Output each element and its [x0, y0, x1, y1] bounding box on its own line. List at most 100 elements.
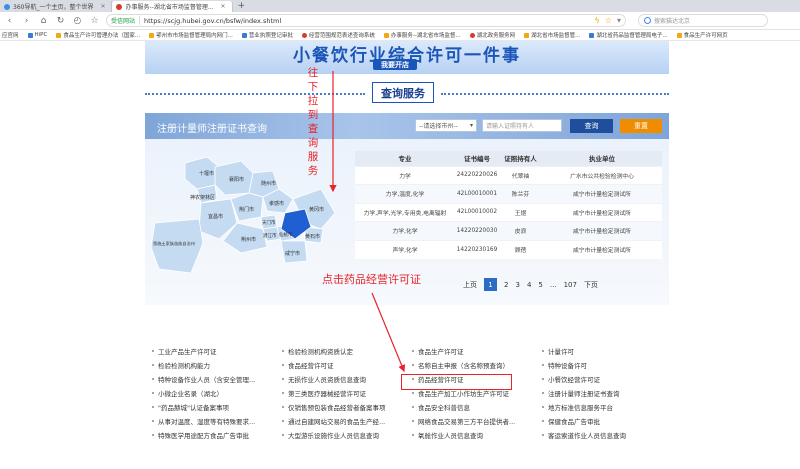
service-link[interactable]: 工业产品生产许可证: [152, 344, 282, 358]
bookmark-item[interactable]: HiPC: [27, 32, 47, 38]
city-select[interactable]: --请选择市州-- ▾: [415, 119, 477, 132]
page-link-current[interactable]: 1: [484, 278, 497, 291]
service-link[interactable]: 从事对温度、湿度等有特殊要求...: [152, 414, 282, 428]
address-tools: ϟ ☆ ▾: [595, 16, 621, 25]
service-link[interactable]: 特殊医学用途配方食品广告审批: [152, 428, 282, 442]
bullet-icon: [152, 364, 154, 366]
map-label: 宜昌市: [208, 213, 223, 220]
section-divider: [441, 93, 669, 95]
bullet-icon: [542, 350, 544, 352]
service-link[interactable]: 客运索道作业人员信息查询: [542, 428, 672, 442]
service-link[interactable]: 地方标准信息服务平台: [542, 400, 672, 414]
service-link[interactable]: 第三类医疗器械经营许可证: [282, 386, 412, 400]
close-icon[interactable]: ✕: [100, 3, 105, 10]
service-link[interactable]: 小微企业名录（湖北）: [152, 386, 282, 400]
service-link[interactable]: 特种设备作业人员（含安全管理...: [152, 372, 282, 386]
service-link[interactable]: 仅销售预包装食品经营者备案事项: [282, 400, 412, 414]
bookmark-item[interactable]: 湖北政务服务网: [469, 31, 515, 39]
page-link[interactable]: 5: [538, 281, 542, 289]
bullet-icon: [152, 378, 154, 380]
map-label: 荆门市: [239, 206, 254, 213]
bullet-icon: [282, 434, 284, 436]
panel-title: 注册计量师注册证书查询: [157, 124, 267, 135]
page-icon: [589, 32, 595, 38]
search-box[interactable]: 搜索猫达北京: [638, 14, 768, 27]
service-link[interactable]: 网络食品交易第三方平台提供者...: [412, 414, 542, 428]
service-link[interactable]: 食品经营许可证: [282, 358, 412, 372]
service-link[interactable]: 食品生产许可证: [412, 344, 542, 358]
bullet-icon: [152, 434, 154, 436]
holder-input[interactable]: 请输入证照持有人: [482, 119, 562, 132]
gov-emblem-icon: [116, 3, 123, 10]
page-link[interactable]: 2: [504, 281, 508, 289]
banner-button[interactable]: 我要开店: [373, 59, 417, 70]
bookmark-item[interactable]: 应官网: [2, 31, 19, 39]
bookmark-item[interactable]: 经营范围规范表述查询系统: [301, 31, 375, 39]
service-link[interactable]: 大型游乐设施作业人员信息查询: [282, 428, 412, 442]
address-bar[interactable]: 受信网站 https://scjg.hubei.gov.cn/bsfw/inde…: [106, 14, 626, 27]
service-link[interactable]: 通过自建网站交易的食品生产经...: [282, 414, 412, 428]
page-link[interactable]: 107: [564, 281, 577, 289]
hubei-map[interactable]: 十堰市 襄阳市 随州市 神农架林区 孝感市 宜昌市 荆门市 恩施土家族苗族自治州…: [145, 143, 350, 283]
bookmark-item[interactable]: 营业执照登记审批: [241, 31, 293, 39]
bullet-icon: [542, 420, 544, 422]
favorite-icon[interactable]: ☆: [89, 15, 100, 26]
folder-icon: [383, 32, 389, 38]
page-link[interactable]: 3: [515, 281, 519, 289]
table-row[interactable]: 声学,化学 14220230169 顾蓓 咸宁市计量检定测试所: [355, 239, 662, 259]
bookmark-item[interactable]: 湖北省市场监督管...: [524, 31, 580, 39]
map-label: 随州市: [261, 180, 276, 187]
history-icon[interactable]: ◴: [72, 15, 83, 26]
bookmark-item[interactable]: 湖北省药品监督管理局电子...: [589, 31, 668, 39]
service-link[interactable]: 保健食品广告审批: [542, 414, 672, 428]
promo-banner[interactable]: 小餐饮行业综合许可一件事 我要开店: [145, 41, 669, 74]
tab-label: 办事服务--湖北省市场监督管理...: [125, 4, 214, 11]
tab-active[interactable]: 办事服务--湖北省市场监督管理... ✕: [112, 1, 233, 12]
bullet-icon: [282, 378, 284, 380]
table-row[interactable]: 力学,化学 14220220030 皮浪 咸宁市计量检定测试所: [355, 221, 662, 240]
table-row[interactable]: 力学,温度,化学 42L00010001 陈兰芬 咸宁市计量检定测试所: [355, 184, 662, 203]
reset-button[interactable]: 重置: [620, 119, 662, 133]
section-divider: [145, 93, 365, 95]
bookmark-item[interactable]: 办事服务--湖北省市场监督...: [383, 31, 461, 39]
page-link[interactable]: 4: [527, 281, 531, 289]
table-row[interactable]: 力学,声学,光学,专用类,电离辐射 42L00010002 王煜 咸宁市计量检定测试所: [355, 202, 662, 222]
home-icon[interactable]: ⌂: [38, 15, 49, 26]
bookmark-star-icon[interactable]: ☆: [605, 16, 612, 25]
forward-icon[interactable]: ›: [21, 15, 32, 26]
service-link[interactable]: 检验检测机构能力: [152, 358, 282, 372]
service-link[interactable]: 注册计量师注册证书查询: [542, 386, 672, 400]
close-icon[interactable]: ✕: [221, 3, 226, 10]
new-tab-button[interactable]: +: [233, 1, 251, 12]
reload-icon[interactable]: ↻: [55, 15, 66, 26]
lightning-icon[interactable]: ϟ: [595, 16, 600, 25]
bullet-icon: [412, 364, 414, 366]
service-link[interactable]: "药品赫城"认证备案事项: [152, 400, 282, 414]
tab-home[interactable]: 360导航_一个主页，整个世界 ✕: [0, 1, 113, 12]
dropdown-icon[interactable]: ▾: [617, 16, 621, 25]
table-row[interactable]: 力学 24220220026 代翠袖 广水市公共检验检测中心: [355, 165, 662, 185]
service-link[interactable]: 氧舱作业人员信息查询: [412, 428, 542, 442]
service-link[interactable]: 检验检测机构资质认定: [282, 344, 412, 358]
click-hint-annotation: 点击药品经营许可证: [322, 273, 421, 286]
search-engine-icon: [644, 17, 651, 24]
prev-page-link[interactable]: 上页: [463, 280, 477, 290]
bookmark-item[interactable]: 食品生产许可网页: [676, 31, 728, 39]
gov-emblem-icon: [469, 32, 475, 38]
service-link[interactable]: 食品安全科普信息: [412, 400, 542, 414]
service-link[interactable]: 名称自主申报（含名称预查询）: [412, 358, 542, 372]
bookmark-item[interactable]: 鄂州市市场监督管理局内网门...: [149, 31, 233, 39]
map-region-enshi[interactable]: [150, 218, 204, 274]
bullet-icon: [542, 364, 544, 366]
service-link[interactable]: 计量许可: [542, 344, 672, 358]
folder-icon: [524, 32, 530, 38]
query-button[interactable]: 查询: [570, 119, 613, 133]
service-link[interactable]: 特种设备许可: [542, 358, 672, 372]
next-page-link[interactable]: 下页: [584, 280, 598, 290]
service-link[interactable]: 无损作业人员资质信息查询: [282, 372, 412, 386]
bookmark-item[interactable]: 食品生产许可管理办法（国家...: [56, 31, 140, 39]
service-link[interactable]: 小餐饮经营许可证: [542, 372, 672, 386]
map-label: 天门市: [262, 219, 276, 226]
back-icon[interactable]: ‹: [4, 15, 15, 26]
link-row: 特殊医学用途配方食品广告审批 大型游乐设施作业人员信息查询 氧舱作业人员信息查询…: [152, 428, 672, 442]
